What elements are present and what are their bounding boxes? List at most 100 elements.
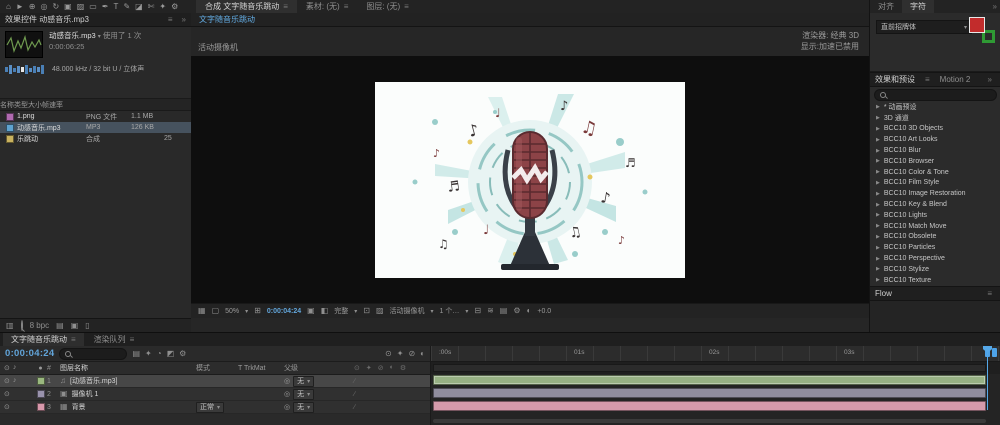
hide-shy-layers-icon[interactable]: ◔ [157, 349, 162, 358]
effects-category-row[interactable]: ▶ 3D 通道 [870, 113, 1000, 124]
pickwhip-icon[interactable]: ◎ [284, 403, 290, 411]
interpret-footage-icon[interactable]: ▥ [6, 321, 14, 330]
chart-icon[interactable]: ◐ [420, 349, 425, 358]
tool-icon[interactable]: ▣ [64, 0, 72, 13]
collapse-switch-icon[interactable]: ✦ [366, 364, 372, 372]
chevron-down-icon[interactable]: ▾ [465, 308, 468, 315]
layer-name[interactable]: 背景 [72, 402, 86, 412]
footage-thumbnail[interactable] [5, 31, 43, 58]
tool-icon[interactable]: ▨ [77, 0, 85, 13]
effects-category-row[interactable]: ▶ BCC10 Match Move [870, 221, 1000, 232]
work-area-bar[interactable] [431, 362, 1000, 374]
layer-label-chip[interactable] [36, 377, 45, 385]
time-navigator-grip[interactable] [992, 348, 997, 357]
eye-icon[interactable]: ⊙ [4, 377, 10, 385]
effects-category-row[interactable]: ▶ BCC10 Image Restoration [870, 188, 1000, 199]
blend-mode-select[interactable]: 正常 ▾ [196, 401, 225, 413]
composition-mini-flowchart-icon[interactable]: ▤ [132, 349, 140, 358]
panel-menu-icon[interactable]: ≡ [921, 75, 934, 84]
camera-view-select[interactable]: 活动摄像机 [390, 306, 425, 316]
effects-search-input[interactable] [874, 88, 997, 101]
chevron-right-icon[interactable]: ▶ [876, 180, 880, 186]
chevron-down-icon[interactable]: ▾ [98, 34, 101, 40]
current-time-display[interactable]: 0:00:04:24 [5, 348, 54, 359]
snapshot-camera-icon[interactable]: ▣ [307, 307, 315, 315]
effects-category-row[interactable]: ▶ BCC10 Obsolete [870, 232, 1000, 243]
parent-select[interactable]: 无 ▾ [293, 375, 315, 387]
eye-icon[interactable]: ⊙ [4, 403, 10, 411]
column-header[interactable]: 类型 [14, 100, 28, 110]
motion-blur-icon[interactable]: ⚙ [179, 349, 186, 358]
exposure-value[interactable]: +0.0 [537, 308, 551, 315]
chevron-right-icon[interactable]: ▶ [876, 115, 880, 121]
panel-menu-icon[interactable]: ≡ [983, 289, 996, 298]
pickwhip-icon[interactable]: ◎ [284, 390, 290, 398]
column-header[interactable]: 名称 [0, 100, 14, 110]
chevron-right-icon[interactable]: ▶ [876, 104, 880, 110]
timeline-tab[interactable]: 渲染队列 ≡ [86, 333, 143, 346]
motion2-tab[interactable]: Motion 2 [940, 75, 971, 84]
chevron-right-icon[interactable]: ▶ [876, 158, 880, 164]
project-row[interactable]: 动感音乐.mp3 MP3 126 KB [0, 122, 191, 133]
graph-editor-icon[interactable]: ⊙ [385, 349, 392, 358]
layer-row[interactable]: ⊙ ♪ 3 ▦ 背景 正常 ▾ [0, 401, 430, 414]
frame-blending-icon[interactable]: ◩ [167, 349, 175, 358]
quality-switch-icon[interactable]: ⊘ [378, 364, 384, 372]
chevron-down-icon[interactable]: ▾ [431, 308, 434, 315]
search-icon[interactable] [20, 319, 23, 331]
fill-color-swatch[interactable] [969, 17, 985, 33]
tool-icon[interactable]: ▭ [89, 0, 97, 13]
timeline-button-icon[interactable]: ▤ [500, 307, 508, 315]
pickwhip-icon[interactable]: ◎ [284, 377, 290, 385]
parent-column-label[interactable]: 父级 [284, 363, 350, 373]
panel-menu-icon[interactable]: ≡ [283, 2, 288, 11]
switch-icon[interactable]: ∕ [354, 378, 355, 385]
effects-category-row[interactable]: ▶ BCC10 Film Style [870, 178, 1000, 189]
effects-category-row[interactable]: ▶ BCC10 Stylize [870, 264, 1000, 275]
resolution-select[interactable]: 完整 [334, 306, 348, 316]
auto-keyframe-icon[interactable]: ⊘ [408, 349, 415, 358]
tool-icon[interactable]: ✄ [148, 0, 155, 13]
effects-category-row[interactable]: ▶ BCC10 Particles [870, 242, 1000, 253]
effects-category-row[interactable]: ▶ BCC10 Perspective [870, 253, 1000, 264]
right-panel-tab[interactable]: 字符 [902, 0, 934, 13]
tool-icon[interactable]: ► [16, 0, 24, 13]
layer-name-column-label[interactable]: 图层名称 [60, 363, 196, 373]
layer-duration-bar[interactable] [433, 375, 986, 385]
brainstorm-icon[interactable]: ✦ [397, 349, 404, 358]
project-tab-label[interactable]: 效果控件 动感音乐.mp3 [5, 14, 89, 25]
tool-icon[interactable]: ✒ [102, 0, 109, 13]
flow-tab[interactable]: Flow [875, 289, 892, 298]
tool-icon[interactable]: ◪ [135, 0, 143, 13]
effects-category-row[interactable]: ▶ * 动画预设 [870, 102, 1000, 113]
chevron-down-icon[interactable]: ▾ [245, 308, 248, 315]
viewer-tab[interactable]: 合成 文字随音乐跳动 ≡ [196, 0, 297, 13]
always-preview-icon[interactable]: ▦ [198, 307, 206, 315]
effects-category-row[interactable]: ▶ BCC10 Key & Blend [870, 199, 1000, 210]
zoom-level-select[interactable]: 50% [225, 308, 239, 315]
chevron-right-icon[interactable]: ▶ [876, 169, 880, 175]
effects-category-row[interactable]: ▶ BCC10 Color & Tone [870, 167, 1000, 178]
parent-select[interactable]: 无 ▾ [293, 388, 315, 400]
effects-category-row[interactable]: ▶ BCC10 Lights [870, 210, 1000, 221]
viewer-tab[interactable]: 图层: (无) ≡ [357, 0, 417, 13]
new-folder-icon[interactable]: ▤ [56, 321, 64, 330]
panel-overflow-icon[interactable]: » [182, 15, 186, 24]
region-of-interest-icon[interactable]: ⊡ [363, 307, 370, 315]
chevron-right-icon[interactable]: ▶ [876, 191, 880, 197]
layer-label-chip[interactable] [36, 403, 45, 411]
panel-menu-icon[interactable]: ≡ [164, 15, 177, 24]
label-color-chip[interactable] [6, 112, 14, 121]
timeline-tab[interactable]: 文字随音乐跳动 ≡ [3, 333, 84, 346]
panel-menu-icon[interactable]: ≡ [71, 335, 76, 344]
effects-switch-icon[interactable]: ◐ [390, 364, 394, 372]
label-color-chip[interactable] [6, 123, 14, 132]
effects-category-row[interactable]: ▶ BCC10 Blur [870, 145, 1000, 156]
current-time-indicator[interactable] [987, 346, 988, 410]
panel-overflow-icon[interactable]: » [989, 0, 1000, 13]
panel-overflow-icon[interactable]: » [984, 75, 996, 84]
tool-icon[interactable]: ✎ [123, 0, 130, 13]
chevron-right-icon[interactable]: ▶ [876, 234, 880, 240]
label-color-chip[interactable] [6, 134, 14, 143]
shy-switch-icon[interactable]: ⊙ [354, 364, 360, 372]
